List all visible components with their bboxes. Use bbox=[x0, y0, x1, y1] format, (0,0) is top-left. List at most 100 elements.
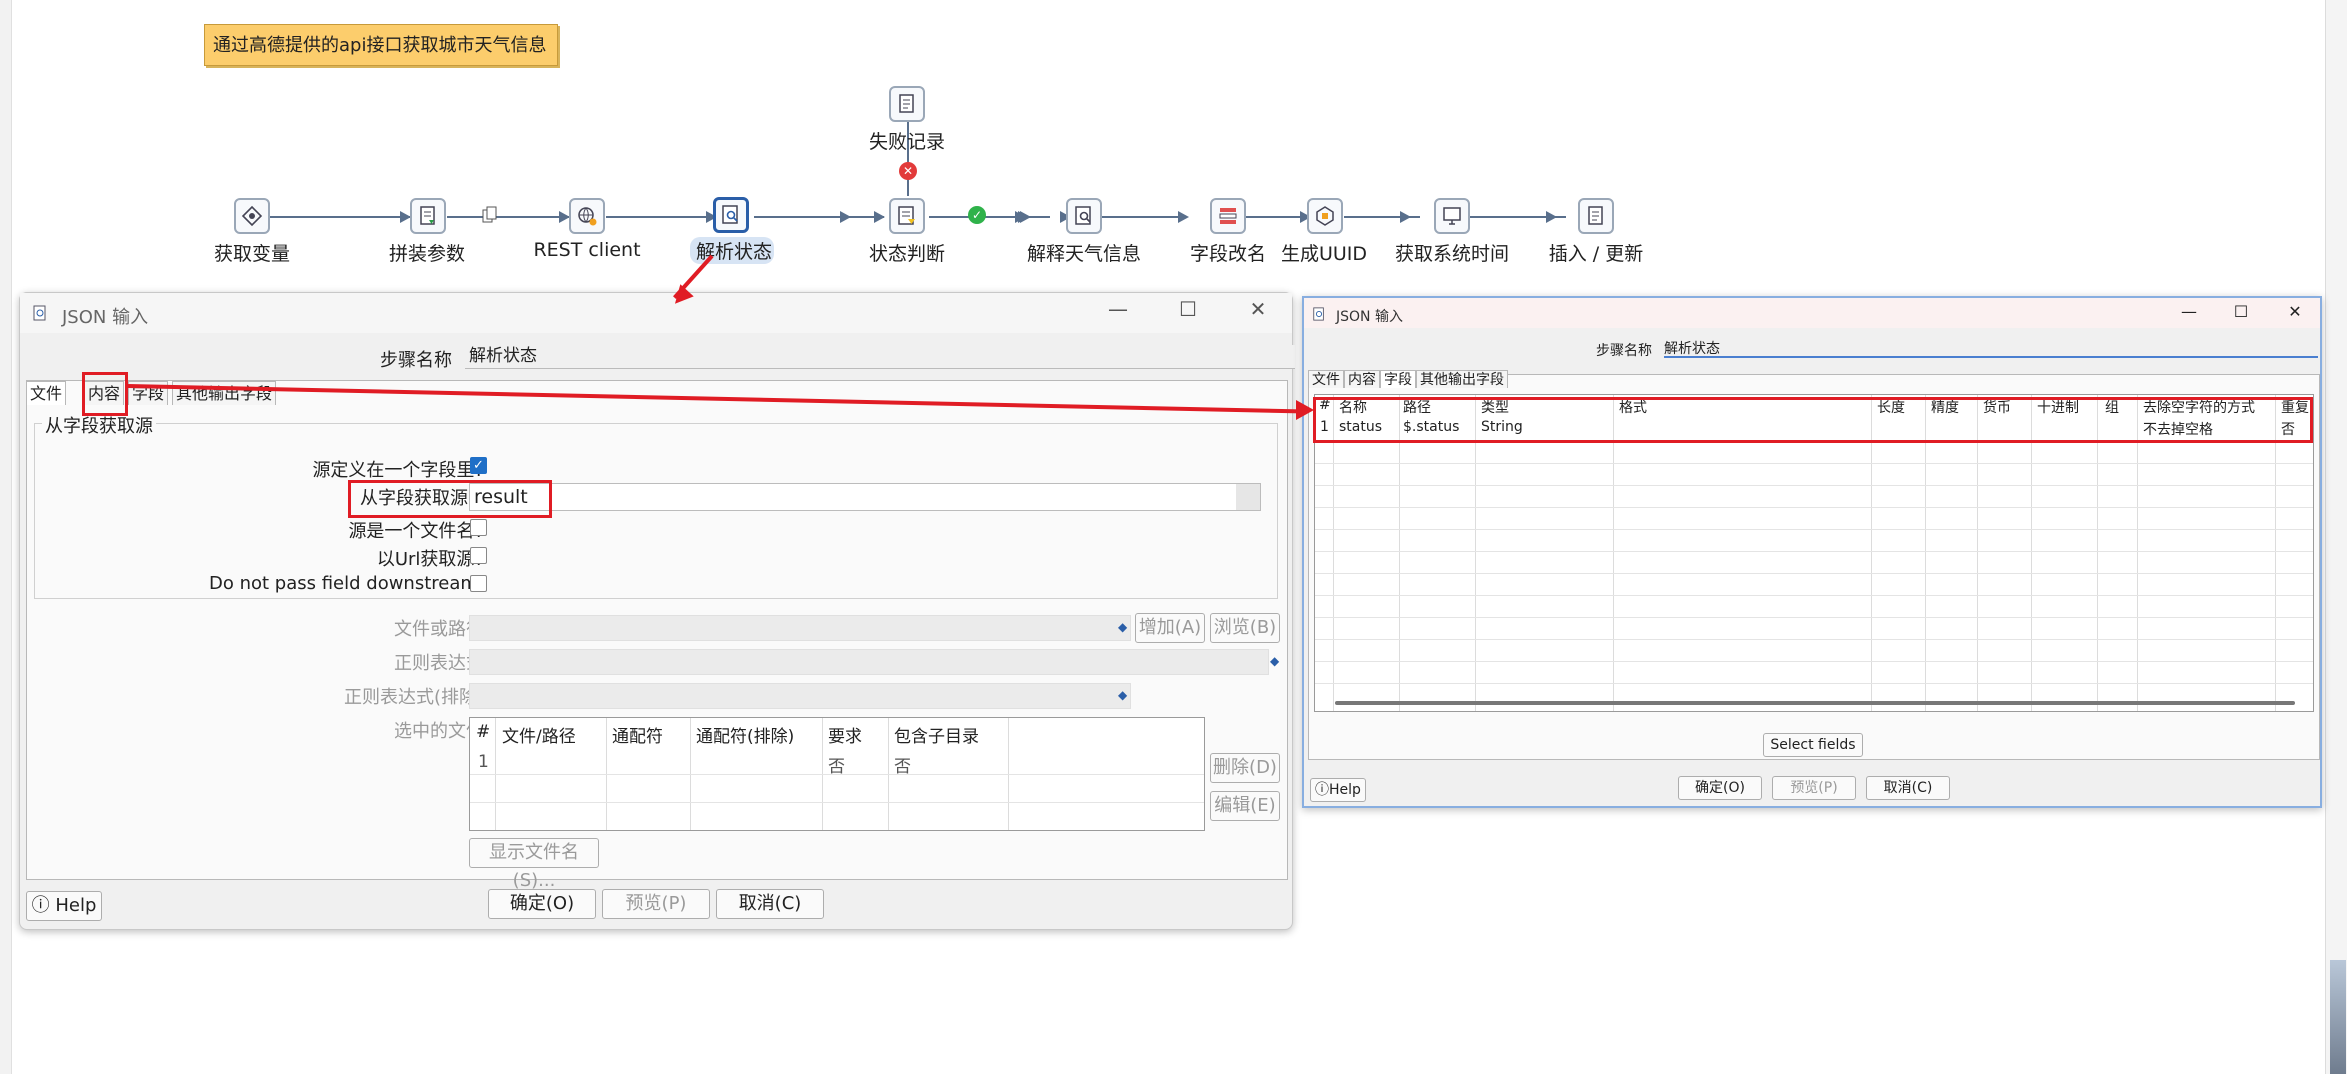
annotation-arrowhead bbox=[1296, 400, 1314, 420]
tab-fields[interactable]: 字段 bbox=[1380, 370, 1416, 388]
right-scrollbar[interactable] bbox=[2325, 0, 2347, 1074]
regex-exclude-input[interactable] bbox=[469, 683, 1131, 709]
row-divider bbox=[1315, 573, 2313, 574]
no-pass-label: Do not pass field downstream: bbox=[208, 573, 484, 594]
edit-button[interactable]: 编辑(E) bbox=[1210, 791, 1280, 821]
help-button[interactable]: ⓘHelp bbox=[1310, 778, 1366, 802]
ok-button[interactable]: 确定(O) bbox=[488, 889, 596, 919]
ok-button[interactable]: 确定(O) bbox=[1678, 776, 1762, 800]
hop-arrow bbox=[1546, 211, 1557, 223]
hop-arrow bbox=[1400, 211, 1411, 223]
source-field-select[interactable]: result bbox=[469, 483, 1261, 511]
is-filename-checkbox[interactable] bbox=[470, 519, 487, 536]
cancel-button[interactable]: 取消(C) bbox=[1866, 776, 1950, 800]
json-input-icon bbox=[1312, 306, 1326, 321]
source-in-field-label: 源定义在一个字段里? bbox=[312, 460, 484, 481]
col-header: 通配符(排除) bbox=[696, 727, 795, 747]
minimize-button[interactable]: — bbox=[1096, 297, 1140, 321]
file-path-input[interactable] bbox=[469, 615, 1131, 641]
step-get-variables[interactable] bbox=[234, 198, 270, 234]
preview-button[interactable]: 预览(P) bbox=[602, 889, 710, 919]
step-name-input[interactable]: 解析状态 bbox=[1664, 338, 2318, 358]
horizontal-scrollbar[interactable] bbox=[1335, 701, 2295, 705]
from-url-label: 以Url获取源? bbox=[376, 549, 484, 570]
minimize-button[interactable]: — bbox=[2172, 302, 2206, 321]
show-filenames-button[interactable]: 显示文件名(S)... bbox=[469, 838, 599, 891]
select-values-icon bbox=[1219, 208, 1237, 224]
row-divider bbox=[1315, 485, 2313, 486]
step-name-input[interactable]: 解析状态 bbox=[465, 345, 1295, 369]
step-label: 状态判断 bbox=[868, 243, 945, 265]
canvas-note[interactable]: 通过高德提供的api接口获取城市天气信息 bbox=[204, 24, 558, 66]
step-label: 字段改名 bbox=[1189, 243, 1266, 265]
step-build-params[interactable] bbox=[410, 198, 446, 234]
log-file-icon bbox=[899, 94, 914, 113]
step-status-check[interactable] bbox=[889, 198, 925, 234]
preview-button[interactable]: 预览(P) bbox=[1772, 776, 1856, 800]
maximize-button[interactable]: ☐ bbox=[1166, 297, 1210, 321]
script-icon bbox=[420, 206, 435, 225]
hop-line bbox=[606, 216, 716, 218]
no-pass-checkbox[interactable] bbox=[470, 575, 487, 592]
cancel-button[interactable]: 取消(C) bbox=[716, 889, 824, 919]
row-divider bbox=[1315, 529, 2313, 530]
variable-icon: ◆ bbox=[1118, 688, 1128, 702]
tab-file[interactable]: 文件 bbox=[1308, 370, 1344, 388]
browse-button[interactable]: 浏览(B) bbox=[1210, 613, 1280, 643]
variable-icon: ◆ bbox=[1270, 654, 1280, 668]
close-button[interactable]: ✕ bbox=[1236, 297, 1280, 321]
hop-line bbox=[447, 216, 569, 218]
help-icon: ⓘ bbox=[1315, 782, 1330, 798]
step-rest-client[interactable] bbox=[569, 198, 605, 234]
delete-button[interactable]: 删除(D) bbox=[1210, 753, 1280, 783]
maximize-button[interactable]: ☐ bbox=[2224, 302, 2258, 321]
step-system-time[interactable] bbox=[1434, 198, 1470, 234]
source-in-field-checkbox[interactable]: ✓ bbox=[470, 457, 487, 474]
hop-line bbox=[754, 216, 884, 218]
step-generate-uuid[interactable] bbox=[1307, 198, 1343, 234]
tab-file[interactable]: 文件 bbox=[26, 381, 67, 405]
filter-rows-icon bbox=[898, 206, 915, 225]
true-hop-icon: ✓ bbox=[968, 206, 986, 224]
step-label: 解析状态 bbox=[690, 237, 774, 264]
step-label: 失败记录 bbox=[868, 131, 945, 153]
step-label: 生成UUID bbox=[1280, 243, 1368, 265]
row-divider bbox=[1315, 595, 2313, 596]
row-divider bbox=[470, 802, 1204, 803]
json-input-dialog-fields: JSON 输入 — ☐ ✕ 步骤名称 解析状态 文件 内容 字段 其他输出字段 … bbox=[1302, 296, 2322, 808]
help-icon: ⓘ bbox=[31, 895, 50, 916]
variable-icon: ◆ bbox=[1118, 620, 1128, 634]
file-path-label: 文件或路径 bbox=[394, 619, 484, 640]
dropdown-button[interactable] bbox=[1236, 484, 1260, 510]
select-fields-button[interactable]: Select fields bbox=[1763, 733, 1863, 757]
col-header: 包含子目录 bbox=[894, 727, 979, 747]
json-input-icon bbox=[722, 205, 738, 224]
from-url-checkbox[interactable] bbox=[470, 547, 487, 564]
close-button[interactable]: ✕ bbox=[2278, 302, 2312, 321]
highlight-content-tab bbox=[82, 372, 128, 416]
help-button[interactable]: ⓘ Help bbox=[26, 891, 102, 921]
hop-line bbox=[270, 216, 410, 218]
step-failure-log[interactable] bbox=[889, 86, 925, 122]
row-divider bbox=[1315, 617, 2313, 618]
tab-content[interactable]: 内容 bbox=[1344, 370, 1380, 388]
desktop-peek bbox=[2330, 960, 2346, 1074]
regex-label: 正则表达式 bbox=[394, 653, 484, 674]
step-parse-weather[interactable] bbox=[1066, 198, 1102, 234]
add-button[interactable]: 增加(A) bbox=[1135, 613, 1205, 643]
step-rename-fields[interactable] bbox=[1210, 198, 1246, 234]
hop-arrow bbox=[1178, 211, 1189, 223]
step-insert-update[interactable] bbox=[1578, 198, 1614, 234]
regex-exclude-label: 正则表达式(排除) bbox=[343, 687, 484, 708]
col-header: # bbox=[476, 722, 491, 742]
step-parse-status[interactable] bbox=[713, 197, 749, 233]
selected-files-table[interactable]: # 文件/路径 通配符 通配符(排除) 要求 包含子目录 1 否 否 bbox=[469, 717, 1205, 831]
regex-input[interactable] bbox=[469, 649, 1269, 675]
tab-other-output[interactable]: 其他输出字段 bbox=[1416, 370, 1508, 388]
table-cell: 1 bbox=[478, 752, 489, 772]
get-variables-icon bbox=[241, 205, 263, 227]
table-cell: 否 bbox=[894, 757, 911, 777]
col-header: 通配符 bbox=[612, 727, 663, 747]
selected-files-label: 选中的文件 bbox=[394, 721, 484, 742]
row-divider bbox=[1315, 683, 2313, 684]
